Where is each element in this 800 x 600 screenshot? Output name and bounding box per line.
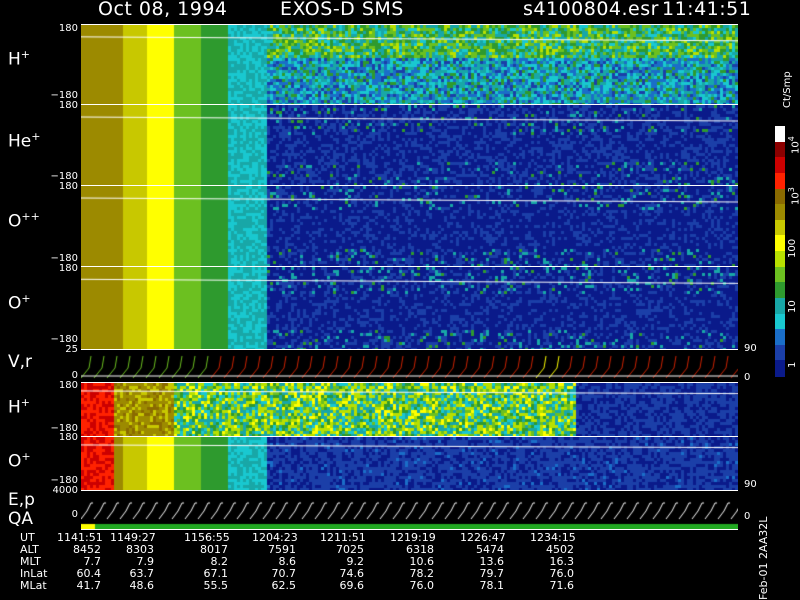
colorbar-segment: [775, 360, 785, 377]
tick-ep-min: 0: [71, 509, 78, 520]
tick-vr-max: 25: [65, 344, 78, 355]
tick-h2-max: 180: [58, 380, 78, 391]
tick-o3-max: 180: [58, 432, 78, 443]
table-cell: 55.5: [203, 579, 229, 592]
spectrogram-o-plus: [81, 266, 738, 350]
tick-o1-max: 180: [58, 263, 78, 274]
tick-he-max: 180: [58, 100, 78, 111]
tick-h-top-max: 180: [58, 23, 78, 34]
table-cell: 41.7: [76, 579, 102, 592]
colorbar-segment: [775, 235, 785, 252]
vr-panel: [81, 349, 738, 383]
colorbar-segment: [775, 282, 785, 299]
colorbar-label-10-4: 104: [787, 136, 800, 154]
colorbar-segment: [775, 313, 785, 330]
right-tick-vr-90: 90: [744, 343, 757, 354]
colorbar-segment: [775, 141, 785, 158]
colorbar-unit: Ct/Smp: [782, 71, 793, 108]
spectrogram-h-top: [81, 24, 738, 105]
table-cell: 78.1: [479, 579, 505, 592]
spectrogram-o-plus-plus: [81, 185, 738, 267]
colorbar-segment: [775, 172, 785, 189]
colorbar-label-10: 10: [787, 300, 798, 313]
colorbar: [775, 126, 785, 377]
colorbar-segment: [775, 297, 785, 314]
panel-label-o-lower: O+: [8, 450, 31, 472]
ep-panel: [81, 490, 738, 530]
spectrogram-he: [81, 104, 738, 186]
panel-label-ep: E,p: [8, 490, 35, 510]
chart-date: Oct 08, 1994: [98, 0, 228, 20]
orbit-table: UT 1141:51 1149:27 1156:55 1204:23 1211:51 121…: [0, 530, 760, 600]
table-cell: 69.6: [339, 579, 365, 592]
colorbar-segment: [775, 157, 785, 174]
colorbar-segment: [775, 266, 785, 283]
table-cell: 71.6: [549, 579, 575, 592]
spectrogram-h-lower: [81, 382, 738, 437]
table-cell: 76.0: [409, 579, 435, 592]
colorbar-segment: [775, 188, 785, 205]
tick-ep-max: 4000: [52, 485, 78, 496]
right-tick-ep-0: 0: [744, 511, 751, 522]
panel-label-he: He+: [8, 130, 41, 152]
colorbar-label-1: 1: [787, 361, 798, 368]
colorbar-segment: [775, 251, 785, 268]
table-cell: 48.6: [129, 579, 155, 592]
tick-o2-max: 180: [58, 181, 78, 192]
panel-label-o-plus-plus: O++: [8, 210, 40, 232]
panel-label-h-top: H+: [8, 48, 31, 70]
colorbar-label-10-3: 103: [787, 187, 800, 205]
panel-label-vr: V,r: [8, 352, 33, 372]
instrument-name: EXOS-D SMS: [280, 0, 404, 20]
right-tick-vr-0: 0: [744, 372, 751, 383]
colorbar-segment: [775, 344, 785, 361]
header-time: 11:41:51: [662, 0, 752, 20]
panel-label-h-lower: H+: [8, 396, 31, 418]
colorbar-segment: [775, 329, 785, 346]
panel-label-o-plus: O+: [8, 292, 31, 314]
table-cell: 62.5: [271, 579, 297, 592]
table-row-label: MLat: [20, 579, 47, 592]
colorbar-segment: [775, 126, 785, 143]
colorbar-label-100: 100: [787, 238, 798, 258]
panel-label-qa: QA: [8, 509, 34, 529]
file-name: s4100804.esr: [523, 0, 659, 20]
colorbar-segment: [775, 219, 785, 236]
footer-id: Feb-01 2AA32L: [757, 516, 770, 600]
spectrogram-o-lower: [81, 436, 738, 491]
right-tick-ep-90: 90: [744, 479, 757, 490]
colorbar-segment: [775, 204, 785, 221]
